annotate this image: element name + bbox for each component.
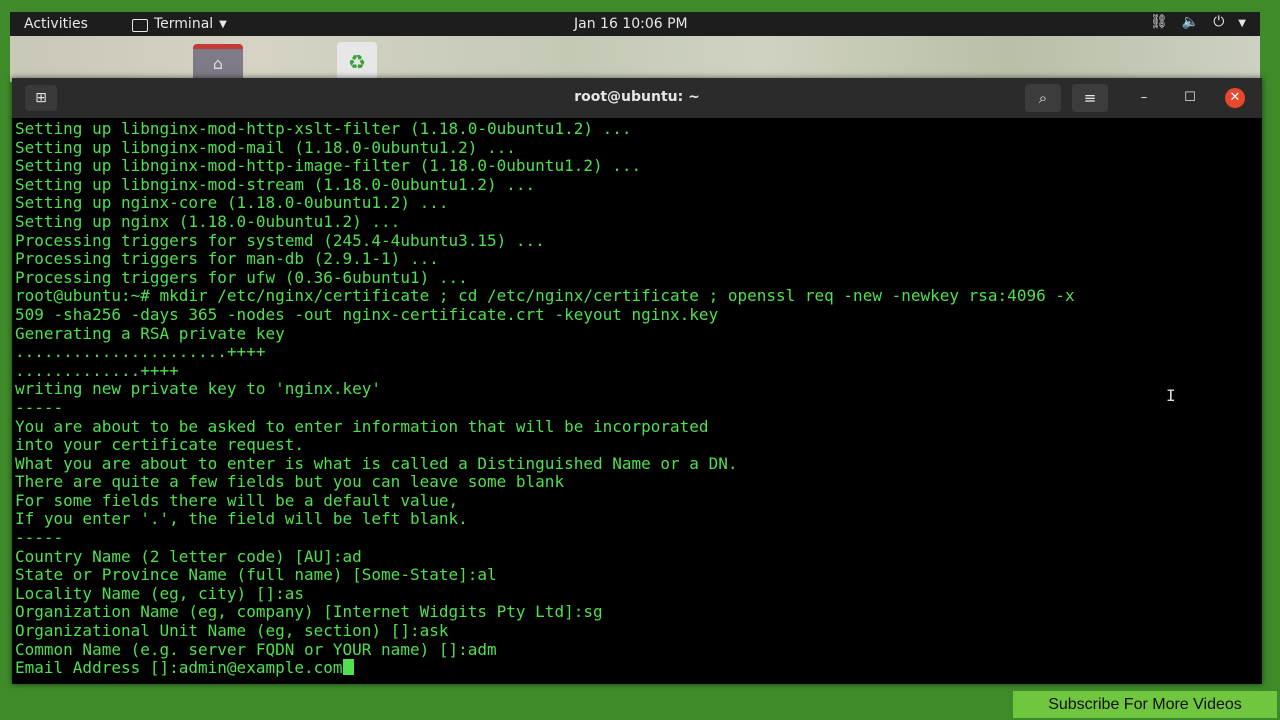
terminal-line-text: Generating a RSA private key [15,323,285,343]
hamburger-menu-icon[interactable]: ≡ [1072,84,1108,112]
power-icon: ⏻ [1213,14,1225,30]
chevron-down-icon: ▼ [219,18,227,30]
app-menu-label: Terminal [154,16,214,32]
system-tray[interactable]: ⛓ 🔈 ⏻ ▼ [1150,14,1246,34]
terminal-line-text: ----- [15,528,64,548]
terminal-line-text: There are quite a few fields but you can… [15,472,565,492]
top-bar: Activities Terminal ▼ Jan 16 10:06 PM ⛓ … [10,12,1260,36]
terminal-line-text: Setting up libnginx-mod-stream (1.18.0-0… [15,174,536,194]
terminal-line: Country Name (2 letter code) [AU]:ad [15,546,1259,567]
terminal-line-text: ----- [15,397,64,417]
terminal-line: Processing triggers for systemd (245.4-4… [15,230,1259,251]
terminal-line: Setting up libnginx-mod-http-xslt-filter… [15,120,1259,139]
clock[interactable]: Jan 16 10:06 PM [574,16,688,32]
terminal-line: .............++++ [15,360,1259,381]
terminal-line: Common Name (e.g. server FQDN or YOUR na… [15,639,1259,660]
terminal-line-text: into your certificate request. [15,435,304,455]
terminal-line-text: State or Province Name (full name) [Some… [15,565,497,585]
terminal-line: 509 -sha256 -days 365 -nodes -out nginx-… [15,304,1259,325]
terminal-line: root@ubuntu:~# mkdir /etc/nginx/certific… [15,287,1259,306]
desktop: ⌂ ♻ [10,36,1260,87]
terminal-cursor [342,659,354,676]
terminal-line-text: root@ubuntu:~# mkdir /etc/nginx/certific… [15,286,1075,306]
network-icon: ⛓ [1150,14,1168,30]
terminal-line: Organizational Unit Name (eg, section) [… [15,621,1259,641]
terminal-line-text: writing new private key to 'nginx.key' [15,379,382,399]
terminal-line: Processing triggers for man-db (2.9.1-1)… [15,249,1259,269]
terminal-line-text: Organization Name (eg, company) [Interne… [15,602,603,622]
subscribe-banner: Subscribe For More Videos [1013,691,1277,718]
trash-icon[interactable]: ♻ [337,42,377,82]
terminal-line-text: Setting up nginx-core (1.18.0-0ubuntu1.2… [15,193,449,213]
terminal-output[interactable]: Setting up libnginx-mod-http-xslt-filter… [15,120,1259,680]
terminal-line-text: Common Name (e.g. server FQDN or YOUR na… [15,639,497,659]
terminal-line-text: If you enter '.', the field will be left… [15,509,468,529]
terminal-line-text: Setting up libnginx-mod-http-xslt-filter… [15,120,632,138]
volume-icon: 🔈 [1181,14,1200,30]
terminal-line-text: .............++++ [15,360,179,380]
terminal-line: What you are about to enter is what is c… [15,453,1259,474]
terminal-line: Setting up nginx-core (1.18.0-0ubuntu1.2… [15,194,1259,213]
close-icon[interactable]: ✕ [1225,88,1245,108]
maximize-icon[interactable]: ☐ [1180,88,1200,108]
terminal-line: Locality Name (eg, city) []:as [15,583,1259,604]
text-cursor-icon: I [1166,386,1176,405]
terminal-line-text: Country Name (2 letter code) [AU]:ad [15,546,362,566]
terminal-line-text: Setting up libnginx-mod-http-image-filte… [15,156,642,176]
terminal-line-text: Processing triggers for man-db (2.9.1-1)… [15,249,439,269]
terminal-line-text: What you are about to enter is what is c… [15,453,738,473]
terminal-line: For some fields there will be a default … [15,490,1259,511]
terminal-line: If you enter '.', the field will be left… [15,510,1259,529]
terminal-line: Setting up libnginx-mod-stream (1.18.0-0… [15,174,1259,195]
terminal-line-text: 509 -sha256 -days 365 -nodes -out nginx-… [15,304,719,324]
terminal-line-text: Organizational Unit Name (eg, section) [… [15,621,449,641]
terminal-line: ----- [15,528,1259,548]
terminal-line: Processing triggers for ufw (0.36-6ubunt… [15,267,1259,288]
app-menu[interactable]: Terminal ▼ [132,16,227,32]
terminal-line: Setting up libnginx-mod-http-image-filte… [15,156,1259,176]
search-icon[interactable]: ⌕ [1025,84,1061,112]
terminal-line-text: For some fields there will be a default … [15,490,459,510]
terminal-window: ⊞ root@ubuntu: ~ ⌕ ≡ – ☐ ✕ Setting up li… [12,78,1262,684]
terminal-icon [132,18,148,32]
terminal-line: You are about to be asked to enter infor… [15,416,1259,437]
terminal-line-text: Setting up nginx (1.18.0-0ubuntu1.2) ... [15,211,401,231]
terminal-line-text: Processing triggers for systemd (245.4-4… [15,230,545,250]
minimize-icon[interactable]: – [1134,88,1154,108]
terminal-line: Generating a RSA private key [15,323,1259,344]
terminal-line: There are quite a few fields but you can… [15,472,1259,492]
terminal-line: Organization Name (eg, company) [Interne… [15,603,1259,622]
terminal-line: ----- [15,397,1259,418]
terminal-line-text: You are about to be asked to enter infor… [15,416,709,436]
terminal-line-text: Processing triggers for ufw (0.36-6ubunt… [15,267,468,287]
terminal-line: Setting up nginx (1.18.0-0ubuntu1.2) ... [15,211,1259,232]
terminal-line: Setting up libnginx-mod-mail (1.18.0-0ub… [15,137,1259,158]
terminal-line: ......................++++ [15,342,1259,362]
terminal-line: Email Address []:admin@example.com [15,658,1259,678]
terminal-line-text: ......................++++ [15,342,266,362]
terminal-line: into your certificate request. [15,435,1259,455]
title-bar[interactable]: ⊞ root@ubuntu: ~ ⌕ ≡ – ☐ ✕ [12,78,1262,118]
terminal-line-text: Setting up libnginx-mod-mail (1.18.0-0ub… [15,137,516,157]
chevron-down-icon: ▼ [1238,18,1246,29]
terminal-line-text: Locality Name (eg, city) []:as [15,583,304,603]
terminal-line: writing new private key to 'nginx.key' [15,380,1259,399]
activities-button[interactable]: Activities [24,16,88,32]
terminal-line-text: Email Address []:admin@example.com [15,658,343,678]
terminal-line: State or Province Name (full name) [Some… [15,565,1259,585]
